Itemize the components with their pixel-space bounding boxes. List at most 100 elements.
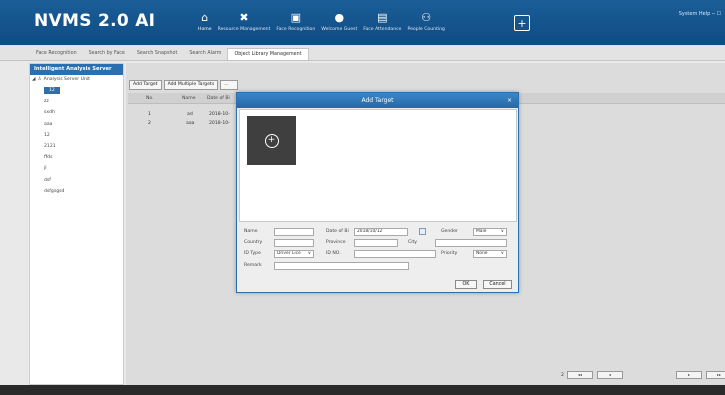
gender-value: Male bbox=[476, 229, 487, 234]
sidebar-item-label: 2121 bbox=[44, 143, 56, 149]
close-icon[interactable]: × bbox=[507, 93, 512, 108]
name-label: Name bbox=[244, 229, 258, 234]
priority-select[interactable]: None ∨ bbox=[473, 250, 507, 258]
sidebar-item[interactable]: dsf bbox=[30, 175, 123, 186]
tab-object-library-management[interactable]: Object Library Management bbox=[227, 48, 309, 60]
next-page-button[interactable]: ▸ bbox=[676, 371, 702, 379]
add-target-button[interactable]: Add Target bbox=[129, 80, 162, 90]
sidebar-item[interactable]: zz bbox=[30, 96, 123, 107]
toolbar: Add Target Add Multiple Targets ... bbox=[129, 80, 240, 90]
face-frame-icon: ▣ bbox=[290, 10, 302, 24]
sidebar-item-label: dsfgsgsd bbox=[44, 188, 65, 194]
column-header-name[interactable]: Name bbox=[182, 93, 196, 104]
id-type-label: ID Type bbox=[244, 251, 261, 256]
sidebar-item[interactable]: aaa bbox=[30, 119, 123, 130]
id-type-select[interactable]: Driver Lice ∨ bbox=[274, 250, 314, 258]
main-nav: ⌂ Home ✖ Resource Management ▣ Face Reco… bbox=[198, 7, 451, 33]
nav-attendance-label: Face Attendance bbox=[363, 27, 402, 32]
nav-people-label: People Counting bbox=[407, 27, 445, 32]
nav-resource-management[interactable]: ✖ Resource Management bbox=[217, 7, 271, 33]
dialog-titlebar[interactable]: Add Target × bbox=[237, 93, 518, 108]
country-label: Country bbox=[244, 240, 263, 245]
city-field[interactable] bbox=[435, 239, 507, 247]
nav-resource-label: Resource Management bbox=[217, 27, 271, 32]
nav-home[interactable]: ⌂ Home bbox=[198, 7, 212, 33]
chevron-down-icon: ∨ bbox=[500, 229, 504, 234]
sidebar-item-label: 12 bbox=[44, 132, 50, 138]
tab-face-recognition[interactable]: Face Recognition bbox=[30, 48, 83, 60]
chevron-down-icon: ∨ bbox=[500, 251, 504, 256]
column-header-no[interactable]: No. bbox=[146, 93, 154, 104]
remark-field[interactable] bbox=[274, 262, 409, 270]
photo-upload-box[interactable]: + bbox=[247, 116, 296, 165]
column-header-dob[interactable]: Date of Bi bbox=[207, 93, 230, 104]
tree-root[interactable]: ◢ ♙ Analysis Server Unit bbox=[30, 75, 123, 85]
sidebar-item[interactable]: ffds bbox=[30, 152, 123, 163]
collapse-arrow-icon[interactable]: ◢ bbox=[32, 77, 36, 82]
priority-value: None bbox=[476, 251, 488, 256]
sidebar: Intelligent Analysis Server ◢ ♙ Analysis S… bbox=[29, 63, 124, 385]
app-logo: NVMS 2.0 AI bbox=[34, 11, 156, 31]
nav-people-counting[interactable]: ⚇ People Counting bbox=[407, 7, 445, 33]
cell-no: 2 bbox=[148, 121, 151, 126]
tools-icon: ✖ bbox=[239, 10, 249, 24]
sidebar-item[interactable]: dsfgsgsd bbox=[30, 186, 123, 197]
gender-label: Gender bbox=[441, 229, 458, 234]
name-field[interactable] bbox=[274, 228, 314, 236]
ok-button[interactable]: OK bbox=[455, 280, 477, 289]
sidebar-item-label: zz bbox=[44, 99, 49, 105]
add-tab-button[interactable]: + bbox=[514, 15, 530, 31]
footer-bar bbox=[0, 385, 725, 395]
guest-icon: ● bbox=[334, 10, 345, 24]
tab-search-snapshot[interactable]: Search Snapshot bbox=[131, 48, 183, 60]
nav-guest-label: Welcome Guest bbox=[321, 27, 358, 32]
photo-area: + bbox=[239, 109, 517, 222]
nav-face-recognition[interactable]: ▣ Face Recognition bbox=[276, 7, 316, 33]
sidebar-item[interactable]: 12 bbox=[30, 130, 123, 141]
tab-search-by-face[interactable]: Search by Face bbox=[83, 48, 131, 60]
cell-dob: 2018-10- bbox=[209, 121, 230, 126]
system-menu[interactable]: System Help ─ ☐ bbox=[679, 11, 721, 17]
server-icon: ♙ bbox=[37, 77, 42, 82]
pager: 2 ◂◂ ◂ bbox=[561, 371, 627, 379]
add-target-dialog: Add Target × + Name Date of Bi 2018/10/1… bbox=[236, 92, 519, 293]
pager-right: ▸ ▸▸ bbox=[676, 371, 725, 379]
cell-no: 1 bbox=[148, 112, 151, 117]
more-button[interactable]: ... bbox=[220, 80, 239, 90]
id-type-value: Driver Lice bbox=[277, 251, 301, 256]
dialog-title: Add Target bbox=[361, 97, 394, 104]
add-photo-icon[interactable]: + bbox=[264, 133, 279, 148]
tab-strip: Face Recognition Search by Face Search S… bbox=[0, 45, 725, 61]
nav-welcome-guest[interactable]: ● Welcome Guest bbox=[321, 7, 358, 33]
nav-face-attendance[interactable]: ▤ Face Attendance bbox=[363, 7, 402, 33]
gender-select[interactable]: Male ∨ bbox=[473, 228, 507, 236]
nav-home-label: Home bbox=[198, 27, 212, 32]
sidebar-item-label: aaa bbox=[44, 121, 53, 127]
id-no-label: ID NO. bbox=[326, 251, 341, 256]
sidebar-item[interactable]: jl bbox=[30, 163, 123, 174]
priority-label: Priority bbox=[441, 251, 458, 256]
nav-face-label: Face Recognition bbox=[276, 27, 316, 32]
add-multiple-targets-button[interactable]: Add Multiple Targets bbox=[163, 80, 219, 90]
people-icon: ⚇ bbox=[421, 10, 432, 24]
dob-label: Date of Bi bbox=[326, 229, 349, 234]
calendar-icon[interactable] bbox=[419, 228, 426, 235]
id-no-field[interactable] bbox=[354, 250, 436, 258]
tab-search-alarm[interactable]: Search Alarm bbox=[183, 48, 227, 60]
sidebar-item-label: ffds bbox=[44, 155, 53, 161]
province-field[interactable] bbox=[354, 239, 398, 247]
sidebar-item[interactable]: 12 bbox=[30, 85, 123, 96]
page-number: 2 bbox=[561, 372, 564, 378]
prev-page-button[interactable]: ◂ bbox=[596, 371, 623, 379]
dob-field[interactable]: 2018/10/12 bbox=[354, 228, 408, 236]
chevron-down-icon: ∨ bbox=[307, 251, 311, 256]
attendance-icon: ▤ bbox=[377, 10, 388, 24]
country-field[interactable] bbox=[274, 239, 314, 247]
sidebar-item[interactable]: 2121 bbox=[30, 141, 123, 152]
sidebar-item-label: dsf bbox=[44, 177, 51, 183]
city-label: City bbox=[408, 240, 418, 245]
first-page-button[interactable]: ◂◂ bbox=[566, 371, 593, 379]
last-page-button[interactable]: ▸▸ bbox=[706, 371, 725, 379]
sidebar-item[interactable]: sxdh bbox=[30, 107, 123, 118]
cancel-button[interactable]: Cancel bbox=[483, 280, 512, 289]
